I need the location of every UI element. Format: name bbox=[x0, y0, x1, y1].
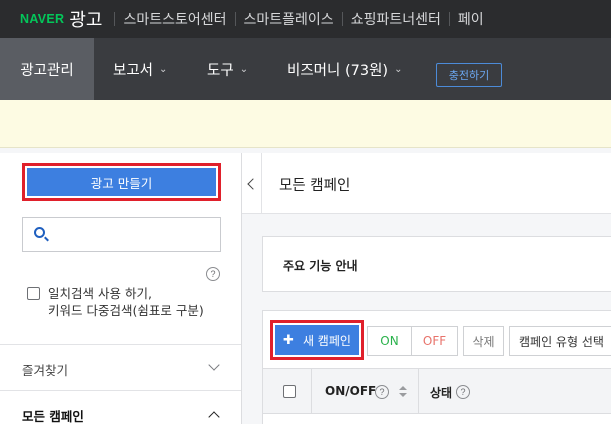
top-bar: NAVER 광고 스마트스토어센터 스마트플레이스 쇼핑파트너센터 페이 bbox=[0, 0, 611, 38]
all-campaigns-section[interactable]: 모든 캠페인 bbox=[0, 390, 241, 424]
search-input[interactable] bbox=[22, 217, 221, 252]
nav-reports[interactable]: 보고서 ⌄ bbox=[113, 38, 167, 100]
nav-bizmoney[interactable]: 비즈머니 (73원) ⌄ bbox=[287, 38, 402, 100]
off-button[interactable]: OFF bbox=[412, 326, 458, 356]
ad-product-name: 광고 bbox=[69, 10, 103, 31]
onoff-help-icon[interactable]: ? bbox=[375, 385, 389, 399]
new-campaign-highlight: ✚ 새 캠페인 bbox=[270, 320, 364, 360]
column-header-onoff[interactable]: ON/OFF bbox=[325, 384, 376, 398]
nav-tools-label: 도구 bbox=[207, 62, 234, 79]
nav-reports-label: 보고서 bbox=[113, 62, 154, 79]
column-divider bbox=[418, 369, 419, 414]
naver-ad-logo[interactable]: NAVER 광고 bbox=[0, 6, 102, 32]
page-title: 모든 캠페인 bbox=[279, 178, 351, 194]
nav-tools[interactable]: 도구 ⌄ bbox=[207, 38, 248, 100]
favorites-section[interactable]: 즐겨찾기 bbox=[0, 344, 241, 390]
status-help-icon[interactable]: ? bbox=[456, 385, 470, 399]
exact-match-checkbox[interactable] bbox=[27, 287, 40, 300]
plus-icon: ✚ bbox=[283, 332, 294, 348]
topnav-shopping-partner[interactable]: 쇼핑파트너센터 bbox=[351, 9, 441, 29]
chevron-down-icon: ⌄ bbox=[394, 63, 403, 75]
help-icon[interactable]: ? bbox=[206, 267, 220, 281]
select-all-checkbox[interactable] bbox=[283, 385, 296, 398]
exact-match-label[interactable]: 일치검색 사용 하기, 키워드 다중검색(쉼표로 구분) bbox=[48, 285, 204, 319]
chevron-down-icon bbox=[208, 359, 220, 371]
divider bbox=[448, 12, 450, 26]
nav-ad-management[interactable]: 광고관리 bbox=[0, 38, 94, 100]
all-campaigns-label: 모든 캠페인 bbox=[22, 409, 84, 424]
feature-guide-panel[interactable]: 주요 기능 안내 bbox=[262, 236, 611, 292]
nav-bizmoney-label: 비즈머니 (73원) bbox=[287, 62, 389, 79]
on-button[interactable]: ON bbox=[367, 326, 412, 356]
chevron-down-icon: ⌄ bbox=[159, 63, 168, 75]
create-ad-button[interactable]: 광고 만들기 bbox=[27, 168, 216, 196]
column-header-status[interactable]: 상태 bbox=[430, 384, 452, 401]
chevron-left-icon bbox=[247, 177, 259, 190]
topnav-smartplace[interactable]: 스마트플레이스 bbox=[244, 9, 334, 29]
top-nav: 스마트스토어센터 스마트플레이스 쇼핑파트너센터 페이 bbox=[106, 9, 484, 29]
sidebar-collapse-button[interactable] bbox=[242, 153, 262, 214]
delete-button[interactable]: 삭제 bbox=[463, 326, 504, 356]
main-nav-bar: 광고관리 보고서 ⌄ 도구 ⌄ 비즈머니 (73원) ⌄ 충전하기 bbox=[0, 38, 611, 100]
create-ad-highlight: 광고 만들기 bbox=[22, 163, 221, 201]
new-campaign-label: 새 캠페인 bbox=[302, 333, 351, 348]
chevron-up-icon bbox=[208, 411, 220, 423]
page-header: 모든 캠페인 bbox=[242, 153, 611, 214]
divider bbox=[114, 12, 116, 26]
divider bbox=[341, 12, 343, 26]
exact-match-label-line1: 일치검색 사용 하기, bbox=[48, 286, 152, 301]
sidebar: 광고 만들기 ? 일치검색 사용 하기, 키워드 다중검색(쉼표로 구분) 즐겨… bbox=[0, 153, 242, 424]
column-divider bbox=[311, 369, 312, 414]
topnav-pay[interactable]: 페이 bbox=[458, 9, 484, 29]
topnav-smartstore[interactable]: 스마트스토어센터 bbox=[123, 9, 226, 29]
charge-button[interactable]: 충전하기 bbox=[436, 63, 502, 87]
campaign-type-select[interactable]: 캠페인 유형 선택 bbox=[509, 326, 611, 356]
new-campaign-button[interactable]: ✚ 새 캠페인 bbox=[275, 325, 359, 355]
chevron-down-icon: ⌄ bbox=[239, 63, 249, 75]
divider bbox=[234, 12, 236, 26]
sort-icon[interactable] bbox=[399, 386, 407, 398]
naver-brand: NAVER bbox=[20, 12, 65, 26]
favorites-label: 즐겨찾기 bbox=[22, 363, 69, 378]
notice-banner bbox=[0, 100, 611, 148]
feature-guide-label: 주요 기능 안내 bbox=[283, 259, 358, 273]
table-header: ON/OFF ? 상태 ? bbox=[263, 368, 611, 414]
exact-match-label-line2: 키워드 다중검색(쉼표로 구분) bbox=[48, 303, 204, 318]
search-icon bbox=[34, 227, 45, 238]
